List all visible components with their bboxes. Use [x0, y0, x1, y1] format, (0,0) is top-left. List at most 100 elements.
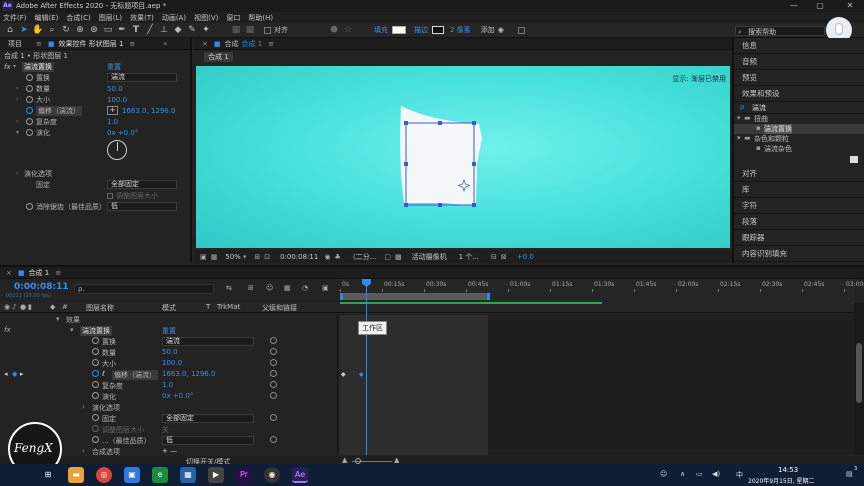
camera-dropdown[interactable]: 活动摄像机	[412, 252, 447, 262]
chevron-down-icon[interactable]: ▾	[243, 253, 247, 261]
stopwatch-icon[interactable]	[92, 337, 99, 344]
offset-value[interactable]: 1663.0, 1296.0	[122, 107, 175, 115]
pickwhip-icon[interactable]	[270, 414, 277, 421]
row-size[interactable]: 大小 100.0	[0, 359, 337, 370]
pickwhip-icon[interactable]	[270, 392, 277, 399]
region-of-interest-icon[interactable]: ▢	[384, 253, 391, 261]
stopwatch-icon[interactable]	[92, 359, 99, 366]
reset-link[interactable]: 重置	[107, 62, 121, 72]
row-effects[interactable]: ▾ 效果	[0, 315, 337, 326]
pickwhip-icon[interactable]	[270, 370, 277, 377]
home-icon[interactable]: ⌂	[4, 24, 16, 36]
complexity-value[interactable]: 1.0	[107, 118, 118, 126]
file-explorer-icon[interactable]: ▬	[68, 467, 84, 483]
row-complexity[interactable]: 复杂度 1.0	[0, 381, 337, 392]
timeline-scrollbar[interactable]	[854, 303, 864, 455]
rotate-tool-icon[interactable]: ↻	[60, 24, 72, 36]
help-search-box[interactable]: ⌕ 搜索帮助	[735, 26, 825, 36]
snapping-icon[interactable]: ▦	[230, 24, 242, 36]
maximize-button[interactable]: ▢	[812, 1, 828, 11]
tab-close-icon[interactable]: ×	[202, 40, 208, 48]
pen-tool-icon[interactable]: ✒	[116, 24, 128, 36]
pin-dropdown[interactable]: 全部固定	[162, 414, 254, 423]
resize-checkbox[interactable]	[107, 192, 113, 199]
stopwatch-icon[interactable]	[26, 118, 33, 125]
stopwatch-icon[interactable]	[26, 96, 33, 103]
tray-arrow-icon[interactable]: ∧	[680, 470, 685, 478]
tab-menu-icon[interactable]: ≡	[55, 269, 61, 277]
expand-arrow-icon[interactable]: ▾	[16, 129, 19, 136]
row-pin[interactable]: 固定 全部固定	[0, 414, 337, 425]
playhead[interactable]	[366, 279, 367, 455]
panel-library[interactable]: 库	[734, 182, 864, 198]
expand-arrow-icon[interactable]: ›	[16, 85, 18, 92]
panel-preview[interactable]: 预览	[734, 70, 864, 86]
col-layer-name[interactable]: 图层名称	[86, 303, 114, 313]
stopwatch-icon[interactable]	[92, 348, 99, 355]
panel-lock-icon[interactable]: ■	[214, 40, 221, 48]
menu-composition[interactable]: 合成(C)	[66, 13, 90, 23]
timeline-timecode[interactable]: 0:00:08:11	[14, 282, 69, 292]
row-amount[interactable]: 数量 50.0	[0, 348, 337, 359]
store-icon[interactable]: ▦	[180, 467, 196, 483]
snapping-options-icon[interactable]: ▦	[244, 24, 256, 36]
stopwatch-icon[interactable]	[26, 203, 33, 210]
col-trkmat[interactable]: TrkMat	[217, 303, 240, 311]
expand-arrow-icon[interactable]: ›	[16, 170, 18, 177]
premiere-icon[interactable]: Pr	[236, 467, 252, 483]
zoom-in-icon[interactable]: ▲	[394, 456, 399, 464]
close-button[interactable]: ✕	[842, 1, 858, 11]
tab-comp-label[interactable]: 合成	[225, 39, 239, 49]
always-preview-icon[interactable]: ▣	[200, 253, 207, 261]
tab-menu-icon[interactable]: ≡	[268, 40, 274, 48]
brush-tool-icon[interactable]: ╱	[144, 24, 156, 36]
chrome-icon[interactable]: ◎	[96, 467, 112, 483]
pickwhip-icon[interactable]	[270, 436, 277, 443]
composition-canvas[interactable]: 显示: 渐层已禁用	[196, 66, 730, 248]
stopwatch-icon[interactable]	[92, 370, 99, 377]
menu-edit[interactable]: 编辑(E)	[35, 13, 59, 23]
fit-icon[interactable]: ⊞	[254, 253, 260, 261]
menu-window[interactable]: 窗口	[226, 13, 240, 23]
effects-search-box[interactable]: ρ 湍流	[734, 102, 864, 114]
add-dropdown-icon[interactable]: ◉	[498, 26, 504, 34]
antialias-dropdown[interactable]: 低	[107, 202, 177, 211]
stopwatch-icon[interactable]	[26, 107, 33, 114]
tab-close-icon[interactable]: ×	[6, 269, 12, 277]
stopwatch-icon[interactable]	[92, 436, 99, 443]
stopwatch-icon[interactable]	[92, 392, 99, 399]
obs-icon[interactable]: ◉	[264, 467, 280, 483]
stroke-width[interactable]: 2 像素	[450, 25, 471, 35]
zoom-tool-icon[interactable]: ⌕	[46, 24, 58, 36]
tree-group-noise-grain[interactable]: ▾ ▬ 杂色和颗粒	[734, 134, 864, 144]
stroke-swatch[interactable]	[432, 26, 444, 34]
windows-start-icon[interactable]: ⊞	[40, 467, 56, 483]
panel-paragraph[interactable]: 段落	[734, 214, 864, 230]
stopwatch-icon[interactable]	[26, 74, 33, 81]
stopwatch-icon[interactable]	[26, 129, 33, 136]
current-timecode[interactable]: 0:00:08:11	[280, 253, 318, 261]
keyframe-diamond-selected[interactable]: ◆	[359, 371, 364, 378]
eye-icon[interactable]: ◉	[4, 303, 10, 311]
menu-help[interactable]: 帮助(H)	[248, 13, 273, 23]
snapshot-icon[interactable]: ◉	[324, 253, 330, 261]
draft-3d-icon[interactable]: ⊞	[248, 284, 254, 292]
camera-tool-icon[interactable]: ⊕	[74, 24, 86, 36]
menu-animation[interactable]: 动画(A)	[162, 13, 186, 23]
timeline-tab-name[interactable]: 合成 1	[29, 268, 50, 278]
rectangle-tool-icon[interactable]: ▭	[102, 24, 114, 36]
stopwatch-icon[interactable]	[92, 381, 99, 388]
expand-arrow-icon[interactable]: ›	[16, 118, 18, 125]
panel-effects-presets[interactable]: 效果和预设	[734, 86, 864, 102]
effect-header[interactable]: fx ▾ 湍流置换 重置	[0, 61, 190, 72]
next-keyframe-icon[interactable]: ▸	[20, 370, 24, 378]
expand-arrow-icon[interactable]: ›	[16, 96, 18, 103]
tab-menu-icon[interactable]: ≡	[36, 40, 42, 48]
add-keyframe-icon[interactable]: ◆	[12, 370, 17, 378]
fill-label[interactable]: 填充	[374, 25, 388, 35]
panel-character[interactable]: 字符	[734, 198, 864, 214]
row-offset[interactable]: ◂ ◆ ▸ ℓ 偏移（湍流） 1663.0, 1296.0	[0, 370, 337, 381]
frame-blending-icon[interactable]: ▦	[284, 284, 291, 292]
panel-audio[interactable]: 音频	[734, 54, 864, 70]
motion-blur-icon[interactable]: ◔	[302, 284, 308, 292]
